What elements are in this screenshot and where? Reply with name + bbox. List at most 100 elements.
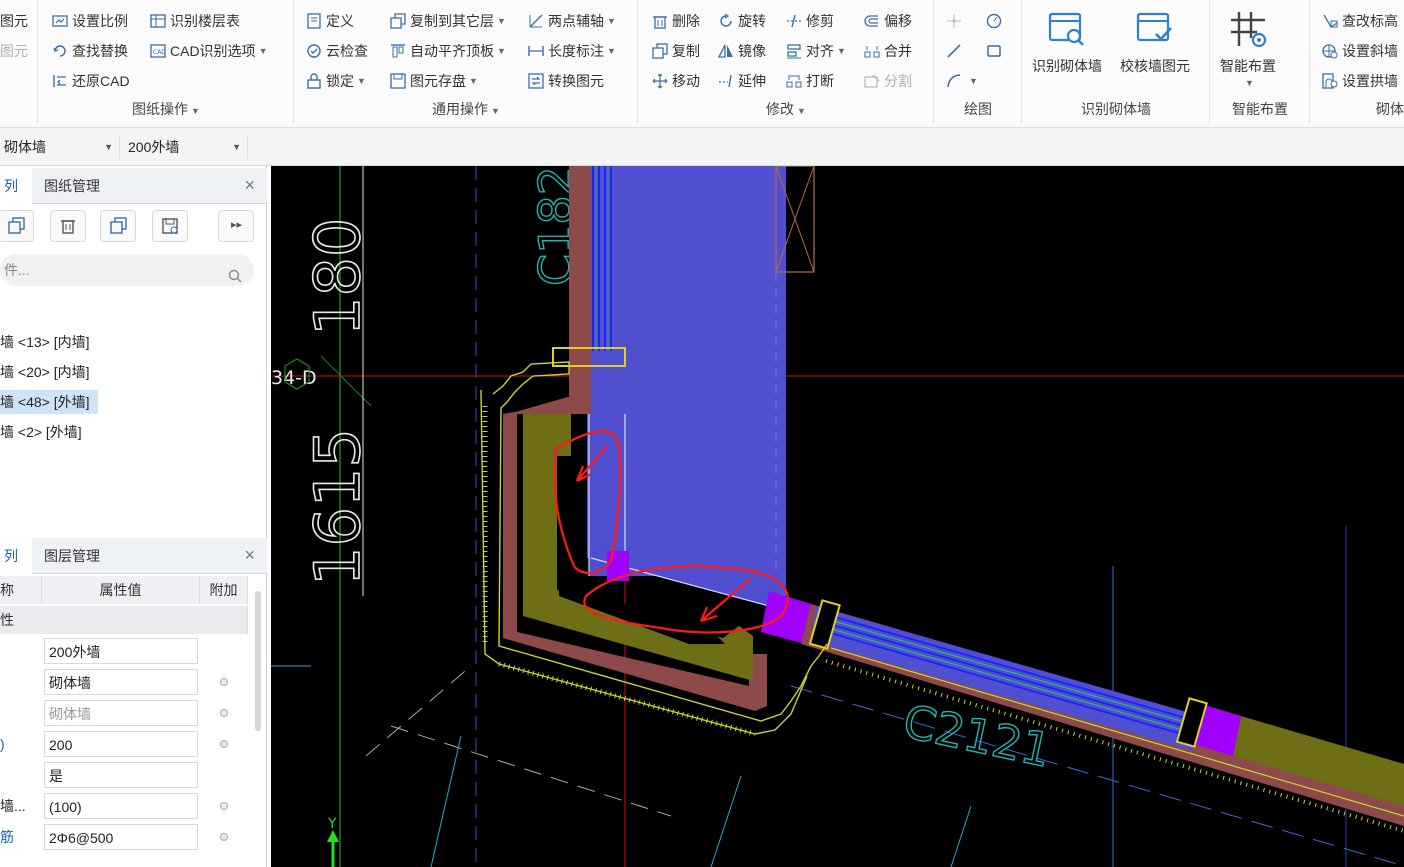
label: 打断 xyxy=(806,73,834,89)
component-name-select[interactable]: 200外墙 ▼ xyxy=(124,135,248,159)
group-label-general-ops[interactable]: 通用操作 ▼ xyxy=(294,100,638,118)
component-search-input[interactable]: 件... xyxy=(0,254,254,286)
draw-line-button[interactable] xyxy=(946,40,966,62)
extra-checkbox[interactable] xyxy=(220,833,228,841)
label: 校核墙图元 xyxy=(1120,58,1190,74)
line-icon xyxy=(946,43,962,59)
close-icon[interactable]: × xyxy=(244,176,255,194)
property-panel-tabs: 列表 图层管理 × xyxy=(0,538,267,600)
copy-button[interactable]: 复制 xyxy=(652,40,700,62)
delete-button[interactable]: 删除 xyxy=(652,10,700,32)
set-slope-wall-button[interactable]: 设置斜墙 xyxy=(1322,40,1398,62)
tab-property-list[interactable]: 列表 xyxy=(0,538,32,600)
draw-arc-button[interactable]: ▼ xyxy=(946,70,978,92)
convert-element-button[interactable]: 转换图元 xyxy=(528,70,604,92)
label: 设置比例 xyxy=(72,13,128,29)
tab-layer-management[interactable]: 图层管理 xyxy=(40,538,104,574)
extend-button[interactable]: 延伸 xyxy=(718,70,766,92)
list-item-selected[interactable]: 墙 <48> [外墙] xyxy=(0,390,98,414)
section-header[interactable]: 性 xyxy=(0,606,248,634)
copy-icon xyxy=(652,43,668,59)
property-value-field[interactable]: 砌体墙 xyxy=(44,669,198,695)
property-value-field[interactable]: 是 xyxy=(44,762,198,788)
copy-to-other-floor-button[interactable]: 复制到其它层 ▼ xyxy=(390,10,506,32)
list-item[interactable]: 墙 <20> [内墙] xyxy=(0,360,110,384)
edit-elevation-button[interactable]: 查改标高 xyxy=(1322,10,1398,32)
close-icon[interactable]: × xyxy=(244,546,255,564)
dropdown-caret-icon: ▼ xyxy=(607,46,616,56)
define-button[interactable]: 定义 xyxy=(306,10,354,32)
offset-button[interactable]: 偏移 xyxy=(864,10,912,32)
chevron-down-icon: ▼ xyxy=(104,142,113,152)
duplicate-component-button[interactable] xyxy=(100,210,136,242)
element-save-button[interactable]: 图元存盘 ▼ xyxy=(390,70,478,92)
dimension-icon xyxy=(528,43,544,59)
length-dimension-button[interactable]: 长度标注 ▼ xyxy=(528,40,616,62)
tab-component-list[interactable]: 列表 xyxy=(0,168,32,230)
save-component-button[interactable] xyxy=(152,210,188,242)
draw-point-button[interactable] xyxy=(946,10,966,32)
move-button[interactable]: 移动 xyxy=(652,70,700,92)
label: 识别楼层表 xyxy=(170,13,240,29)
identify-floor-table-button[interactable]: 识别楼层表 xyxy=(150,10,240,32)
trash-icon xyxy=(652,13,668,29)
label: 移动 xyxy=(672,73,700,89)
restore-cad-button[interactable]: 还原CAD xyxy=(52,70,130,92)
property-scrollbar[interactable] xyxy=(255,591,261,731)
two-point-axis-button[interactable]: 两点辅轴 ▼ xyxy=(528,10,616,32)
drawing-canvas[interactable]: 180 1615 34-1 34-D C1821 AC xyxy=(271,166,1404,867)
find-replace-button[interactable]: 查找替换 xyxy=(52,40,128,62)
auto-align-slab-button[interactable]: 自动平齐顶板 ▼ xyxy=(390,40,506,62)
lock-button[interactable]: 锁定 ▼ xyxy=(306,70,366,92)
property-value-field[interactable]: (100) xyxy=(44,793,198,819)
list-item[interactable]: 墙 <2> [外墙] xyxy=(0,420,110,444)
save-icon xyxy=(162,218,178,234)
ribbon-btn-element-1[interactable]: 图元 xyxy=(0,10,28,32)
check-wall-element-button[interactable]: 校核墙图元 xyxy=(1120,8,1190,76)
rotate-button[interactable]: 旋转 xyxy=(718,10,766,32)
property-value-field[interactable]: 200 xyxy=(44,731,198,757)
mirror-icon xyxy=(717,43,734,59)
group-label-identify-wall: 识别砌体墙 xyxy=(1081,101,1151,117)
svg-text:CAD: CAD xyxy=(153,49,166,56)
split-button[interactable]: 分割 xyxy=(864,70,912,92)
cloud-check-button[interactable]: 云检查 xyxy=(306,40,368,62)
group-label-modify[interactable]: 修改 ▼ xyxy=(638,100,934,118)
mirror-button[interactable]: 镜像 xyxy=(717,40,766,62)
extra-checkbox[interactable] xyxy=(220,678,228,686)
property-value-field[interactable]: 砌体墙 xyxy=(44,700,198,726)
ribbon-btn-element-2[interactable]: 图元 xyxy=(0,40,28,62)
draw-rect-button[interactable] xyxy=(986,40,1006,62)
identify-masonry-wall-button[interactable]: 识别砌体墙 xyxy=(1032,8,1102,76)
set-arch-wall-button[interactable]: 设置拱墙 xyxy=(1322,70,1398,92)
extra-checkbox[interactable] xyxy=(220,709,228,717)
list-item[interactable]: 墙 <13> [内墙] xyxy=(0,330,110,354)
ribbon-group-cut: 图元 图元 xyxy=(0,0,38,124)
copy-component-button[interactable] xyxy=(0,210,34,242)
draw-circle-button[interactable] xyxy=(986,10,1006,32)
smart-layout-button[interactable]: 智能布置 ▼ xyxy=(1220,8,1276,88)
component-type-select[interactable]: 砌体墙 ▼ xyxy=(0,135,120,159)
property-value-field[interactable]: 200外墙 xyxy=(44,638,198,664)
elevation-icon xyxy=(1322,13,1338,29)
property-value-field[interactable]: 2Φ6@500 xyxy=(44,824,198,850)
tab-drawing-management[interactable]: 图纸管理 xyxy=(40,168,104,204)
align-button[interactable]: 对齐 ▼ xyxy=(786,40,846,62)
group-label-drawing-ops[interactable]: 图纸操作 ▼ xyxy=(38,100,294,118)
trim-button[interactable]: 修剪 xyxy=(786,10,834,32)
delete-component-button[interactable] xyxy=(50,210,86,242)
extra-checkbox[interactable] xyxy=(220,740,228,748)
lock-icon xyxy=(306,73,322,89)
group-label-draw: 绘图 xyxy=(964,101,992,117)
extra-checkbox[interactable] xyxy=(220,802,228,810)
set-scale-button[interactable]: 设置比例 xyxy=(52,10,128,32)
group-label-masonry: 砌体 xyxy=(1376,101,1404,117)
ribbon-btn-label: 图元 xyxy=(0,13,28,29)
arch-wall-icon xyxy=(1322,73,1338,89)
more-button[interactable]: ▸▸ xyxy=(218,210,254,242)
cad-options-button[interactable]: CAD CAD识别选项 ▼ xyxy=(150,40,267,62)
label: 智能布置 xyxy=(1220,58,1276,74)
break-button[interactable]: 打断 xyxy=(786,70,834,92)
label: 复制 xyxy=(672,43,700,59)
merge-button[interactable]: 合并 xyxy=(864,40,912,62)
